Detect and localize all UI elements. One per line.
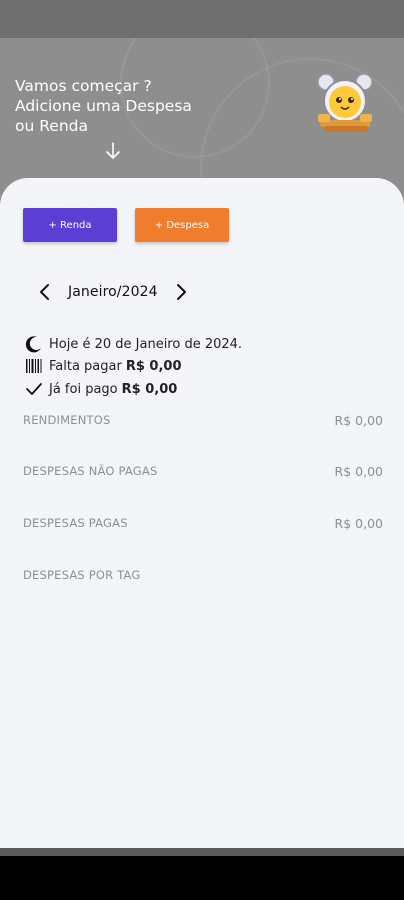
section-despesas-por-tag[interactable]: DESPESAS POR TAG: [23, 568, 383, 582]
section-title: RENDIMENTOS: [23, 413, 111, 427]
add-despesa-button[interactable]: + Despesa: [135, 208, 229, 242]
navigation-divider: [0, 848, 404, 856]
paid-info: Já foi pago R$ 0,00: [24, 379, 177, 399]
section-despesas-nao-pagas[interactable]: DESPESAS NÃO PAGAS R$ 0,00: [23, 464, 383, 479]
section-value: R$ 0,00: [334, 516, 383, 531]
chevron-right-icon[interactable]: [174, 282, 188, 302]
to-pay-info: Falta pagar R$ 0,00: [24, 356, 182, 376]
hero-message: Vamos começar ? Adicione uma Despesa ou …: [15, 76, 192, 136]
section-despesas-pagas[interactable]: DESPESAS PAGAS R$ 0,00: [23, 516, 383, 531]
to-pay-label: Falta pagar: [49, 358, 122, 374]
mascot-clock-icon: [317, 73, 373, 132]
section-rendimentos[interactable]: RENDIMENTOS R$ 0,00: [23, 413, 383, 428]
status-bar: [0, 0, 404, 38]
add-renda-button[interactable]: + Renda: [23, 208, 117, 242]
section-title: DESPESAS PAGAS: [23, 516, 128, 530]
to-pay-value: R$ 0,00: [125, 358, 182, 374]
today-info: Hoje é 20 de Janeiro de 2024.: [24, 334, 242, 354]
hero-line-1: Vamos começar ?: [15, 77, 152, 95]
section-value: R$ 0,00: [334, 464, 383, 479]
check-icon: [24, 379, 44, 399]
section-title: DESPESAS POR TAG: [23, 568, 141, 582]
today-text: Hoje é 20 de Janeiro de 2024.: [49, 336, 243, 352]
down-arrow-icon: [106, 142, 120, 159]
section-value: R$ 0,00: [334, 413, 383, 428]
section-title: DESPESAS NÃO PAGAS: [23, 464, 158, 478]
paid-label: Já foi pago: [49, 381, 118, 397]
main-panel: + Renda + Despesa Janeiro/2024 Hoje é 20…: [0, 178, 404, 848]
current-month-label: Janeiro/2024: [68, 284, 158, 300]
chevron-left-icon[interactable]: [38, 282, 52, 302]
paid-value: R$ 0,00: [121, 381, 178, 397]
system-navigation-bar: [0, 856, 404, 900]
moon-icon: [24, 334, 44, 354]
hero-line-2: Adicione uma Despesa: [15, 97, 192, 115]
barcode-icon: [24, 356, 44, 376]
hero-line-3: ou Renda: [15, 117, 89, 135]
month-selector: Janeiro/2024: [38, 282, 188, 302]
